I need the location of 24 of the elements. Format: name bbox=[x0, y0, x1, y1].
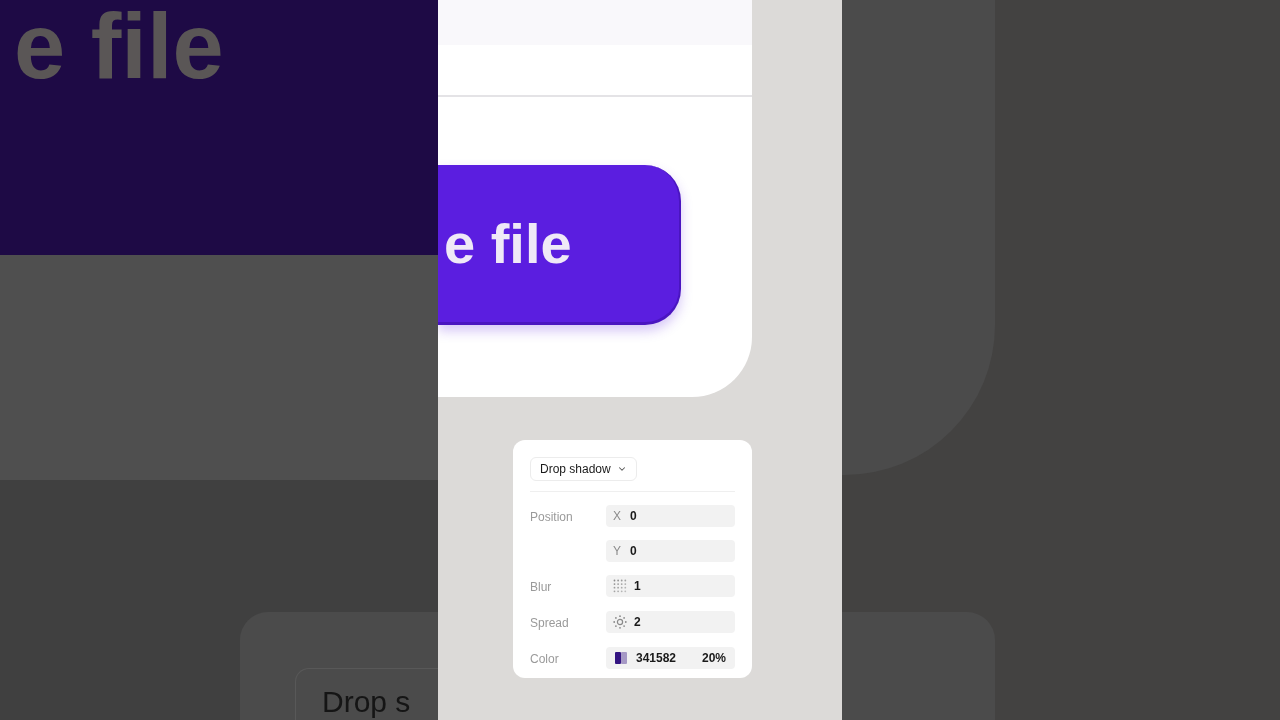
effect-dropdown[interactable]: Drop shadow bbox=[530, 457, 637, 481]
field-value: 0 bbox=[630, 543, 637, 560]
sun-dots-icon bbox=[613, 615, 627, 629]
property-label: Color bbox=[530, 652, 559, 666]
backdrop-headline: e file bbox=[14, 0, 224, 92]
property-input[interactable]: 1 bbox=[606, 575, 735, 597]
property-label: Position bbox=[530, 510, 573, 524]
axis-label: X bbox=[613, 508, 622, 525]
dot-grid-icon bbox=[613, 579, 627, 593]
axis-label: Y bbox=[613, 543, 622, 560]
property-label: Spread bbox=[530, 616, 569, 630]
property-input[interactable]: 341582 20% bbox=[606, 647, 735, 669]
property-input[interactable]: Y 0 bbox=[606, 540, 735, 562]
chevron-down-icon bbox=[616, 464, 627, 474]
property-input[interactable]: X 0 bbox=[606, 505, 735, 527]
hex-value: 341582 bbox=[636, 650, 677, 667]
field-value: 2 bbox=[634, 614, 641, 631]
field-value: 0 bbox=[630, 508, 637, 525]
opacity-value: 20% bbox=[701, 650, 726, 667]
property-label: Blur bbox=[530, 580, 552, 594]
color-swatch-icon bbox=[615, 652, 627, 664]
field-value: 1 bbox=[634, 578, 641, 595]
primary-button[interactable]: e file bbox=[438, 165, 681, 325]
property-input[interactable]: 2 bbox=[606, 611, 735, 633]
